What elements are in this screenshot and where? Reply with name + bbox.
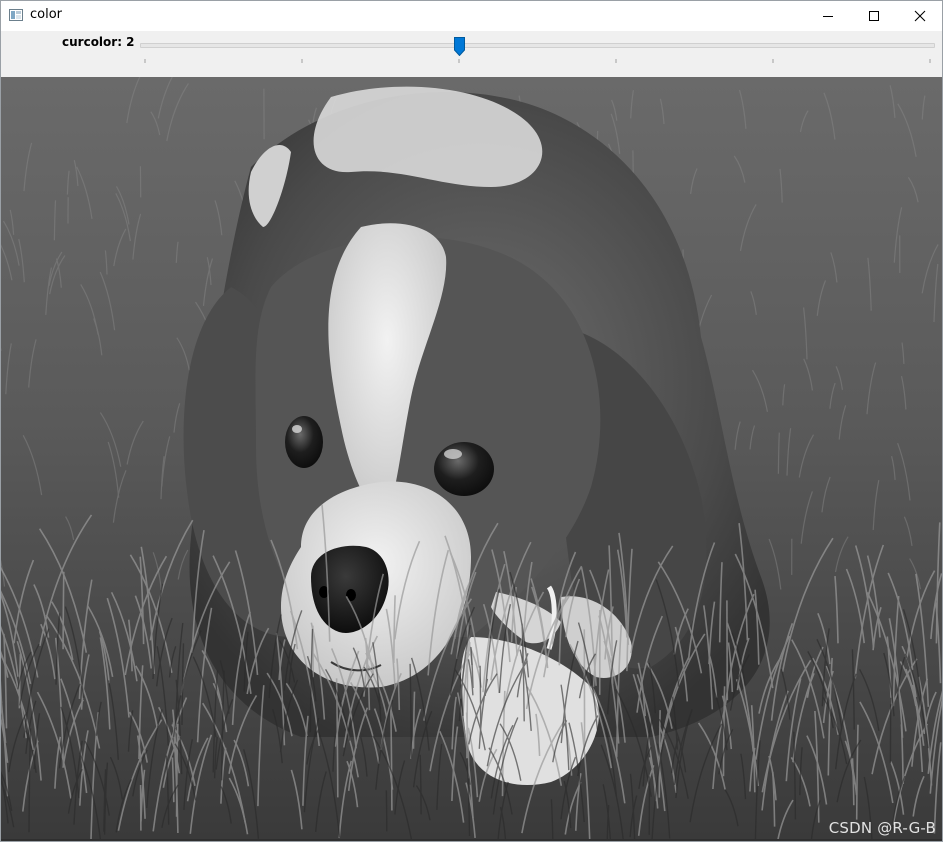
close-icon xyxy=(914,10,926,22)
close-button[interactable] xyxy=(897,1,943,31)
trackbar-thumb[interactable] xyxy=(453,37,465,56)
window-title: color xyxy=(30,7,63,22)
bottom-border xyxy=(1,839,942,841)
dog-grayscale-image xyxy=(1,77,942,841)
maximize-icon xyxy=(869,11,879,21)
image-display: CSDN @R-G-B xyxy=(1,77,942,841)
watermark-text: CSDN @R-G-B xyxy=(828,819,936,837)
title-bar[interactable]: color xyxy=(1,1,942,31)
minimize-button[interactable] xyxy=(805,1,851,31)
minimize-icon xyxy=(823,16,833,17)
trackbar-rail[interactable] xyxy=(140,43,935,48)
trackbar-panel: curcolor: 2 xyxy=(1,31,942,77)
trackbar-ticks xyxy=(144,59,931,63)
trackbar-label: curcolor: 2 xyxy=(62,35,135,49)
opencv-window-icon xyxy=(9,9,23,21)
opencv-window: color curcolor: 2 CSDN @R-G-B xyxy=(0,0,943,842)
maximize-button[interactable] xyxy=(851,1,897,31)
